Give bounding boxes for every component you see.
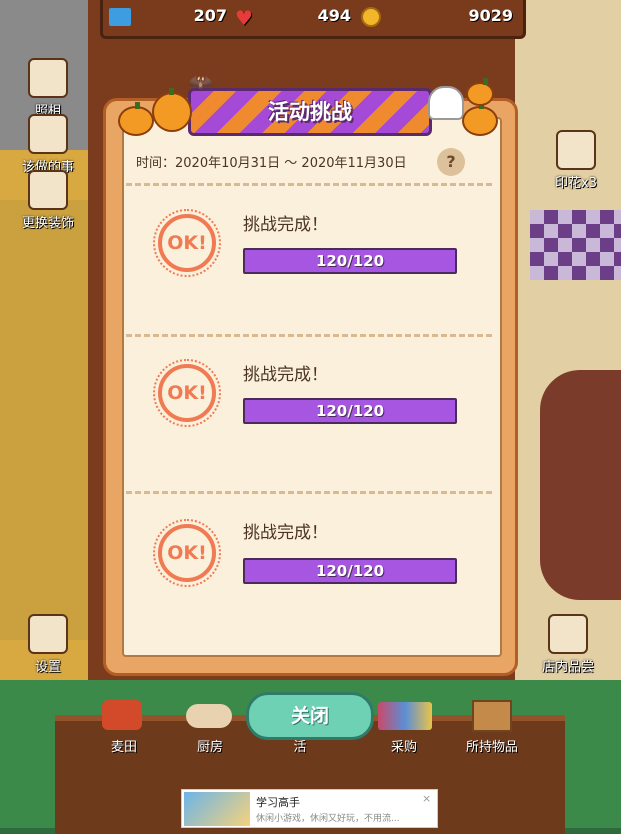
checkered-floor (530, 210, 621, 280)
bat-icon: 🦇 (188, 70, 213, 94)
ad-description: 休闲小游戏，休闲又好玩，不用流... (256, 814, 400, 824)
task-progress-bar: 120/120 (243, 248, 457, 274)
wheat-bag-icon (102, 700, 142, 730)
decor-button[interactable]: 更换装饰 (14, 170, 82, 231)
task-title: 挑战完成！ (243, 215, 328, 235)
ok-stamp-icon: OK! (153, 519, 221, 587)
ticket-icon (109, 7, 131, 26)
coin-stat (361, 6, 381, 30)
progress-text: 120/120 (315, 252, 385, 270)
task-progress-bar: 120/120 (243, 398, 457, 424)
ad-thumbnail (184, 792, 250, 826)
tasting-button[interactable]: 店内品尝 (530, 614, 606, 675)
event-period: 时间：2020年10月31日 ～ 2020年11月30日 (136, 156, 407, 171)
hammer-icon (28, 170, 68, 210)
tv-icon (556, 130, 596, 170)
goods-icon (378, 702, 432, 730)
box-icon (472, 700, 512, 732)
ok-stamp-icon: OK! (153, 209, 221, 277)
divider (126, 334, 492, 337)
decor-label: 更换装饰 (21, 216, 74, 231)
progress-text: 120/120 (315, 562, 385, 580)
left-floor (0, 200, 88, 640)
settings-cake-icon (28, 614, 68, 654)
rug-decoration (540, 370, 621, 600)
nav-kitchen-label: 厨房 (196, 740, 223, 755)
ticket-count: 207 (193, 6, 227, 25)
pumpkin-icon (466, 78, 494, 106)
camera-icon (28, 58, 68, 98)
task-title: 挑战完成！ (243, 365, 328, 385)
progress-text: 120/120 (315, 402, 385, 420)
divider (126, 491, 492, 494)
settings-label: 设置 (34, 660, 61, 675)
pumpkin-icon (152, 88, 192, 132)
nav-items-label: 所持物品 (465, 740, 518, 755)
pumpkin-icon (462, 102, 498, 136)
kitchen-icon (186, 704, 232, 728)
coin-icon (361, 6, 381, 27)
ticket-stat (109, 6, 131, 30)
ad-banner[interactable]: 学习高手 休闲小游戏，休闲又好玩，不用流... × (181, 789, 438, 828)
task-title: 挑战完成！ (243, 523, 328, 543)
resource-bar: 207 ♥ 494 9029 (100, 0, 526, 39)
dialog-title: 活动挑战 (268, 100, 352, 124)
tasting-label: 店内品尝 (541, 660, 594, 675)
divider (126, 183, 492, 186)
photo-button[interactable]: 照相 (22, 58, 74, 119)
stamp-button[interactable]: 印花x3 (542, 130, 610, 191)
task-progress-bar: 120/120 (243, 558, 457, 584)
heart-icon: ♥ (235, 6, 253, 30)
todo-button[interactable]: 该做的事 (14, 114, 82, 175)
close-button[interactable]: 关闭 (246, 692, 374, 740)
ad-close-icon[interactable]: × (422, 792, 431, 805)
settings-button[interactable]: 设置 (22, 614, 74, 675)
heart-count: 494 (317, 6, 351, 25)
help-button[interactable]: ? (437, 148, 465, 176)
coin-count: 9029 (468, 6, 513, 25)
ok-stamp-icon: OK! (153, 359, 221, 427)
ghost-icon (428, 86, 464, 120)
clipboard-icon (28, 114, 68, 154)
stamp-label: 印花x3 (555, 176, 597, 191)
nav-field-label: 麦田 (110, 740, 137, 755)
nav-purchase-label: 采购 (390, 740, 417, 755)
tableware-icon (548, 614, 588, 654)
pumpkin-icon (118, 102, 154, 136)
ad-title: 学习高手 (256, 796, 300, 809)
